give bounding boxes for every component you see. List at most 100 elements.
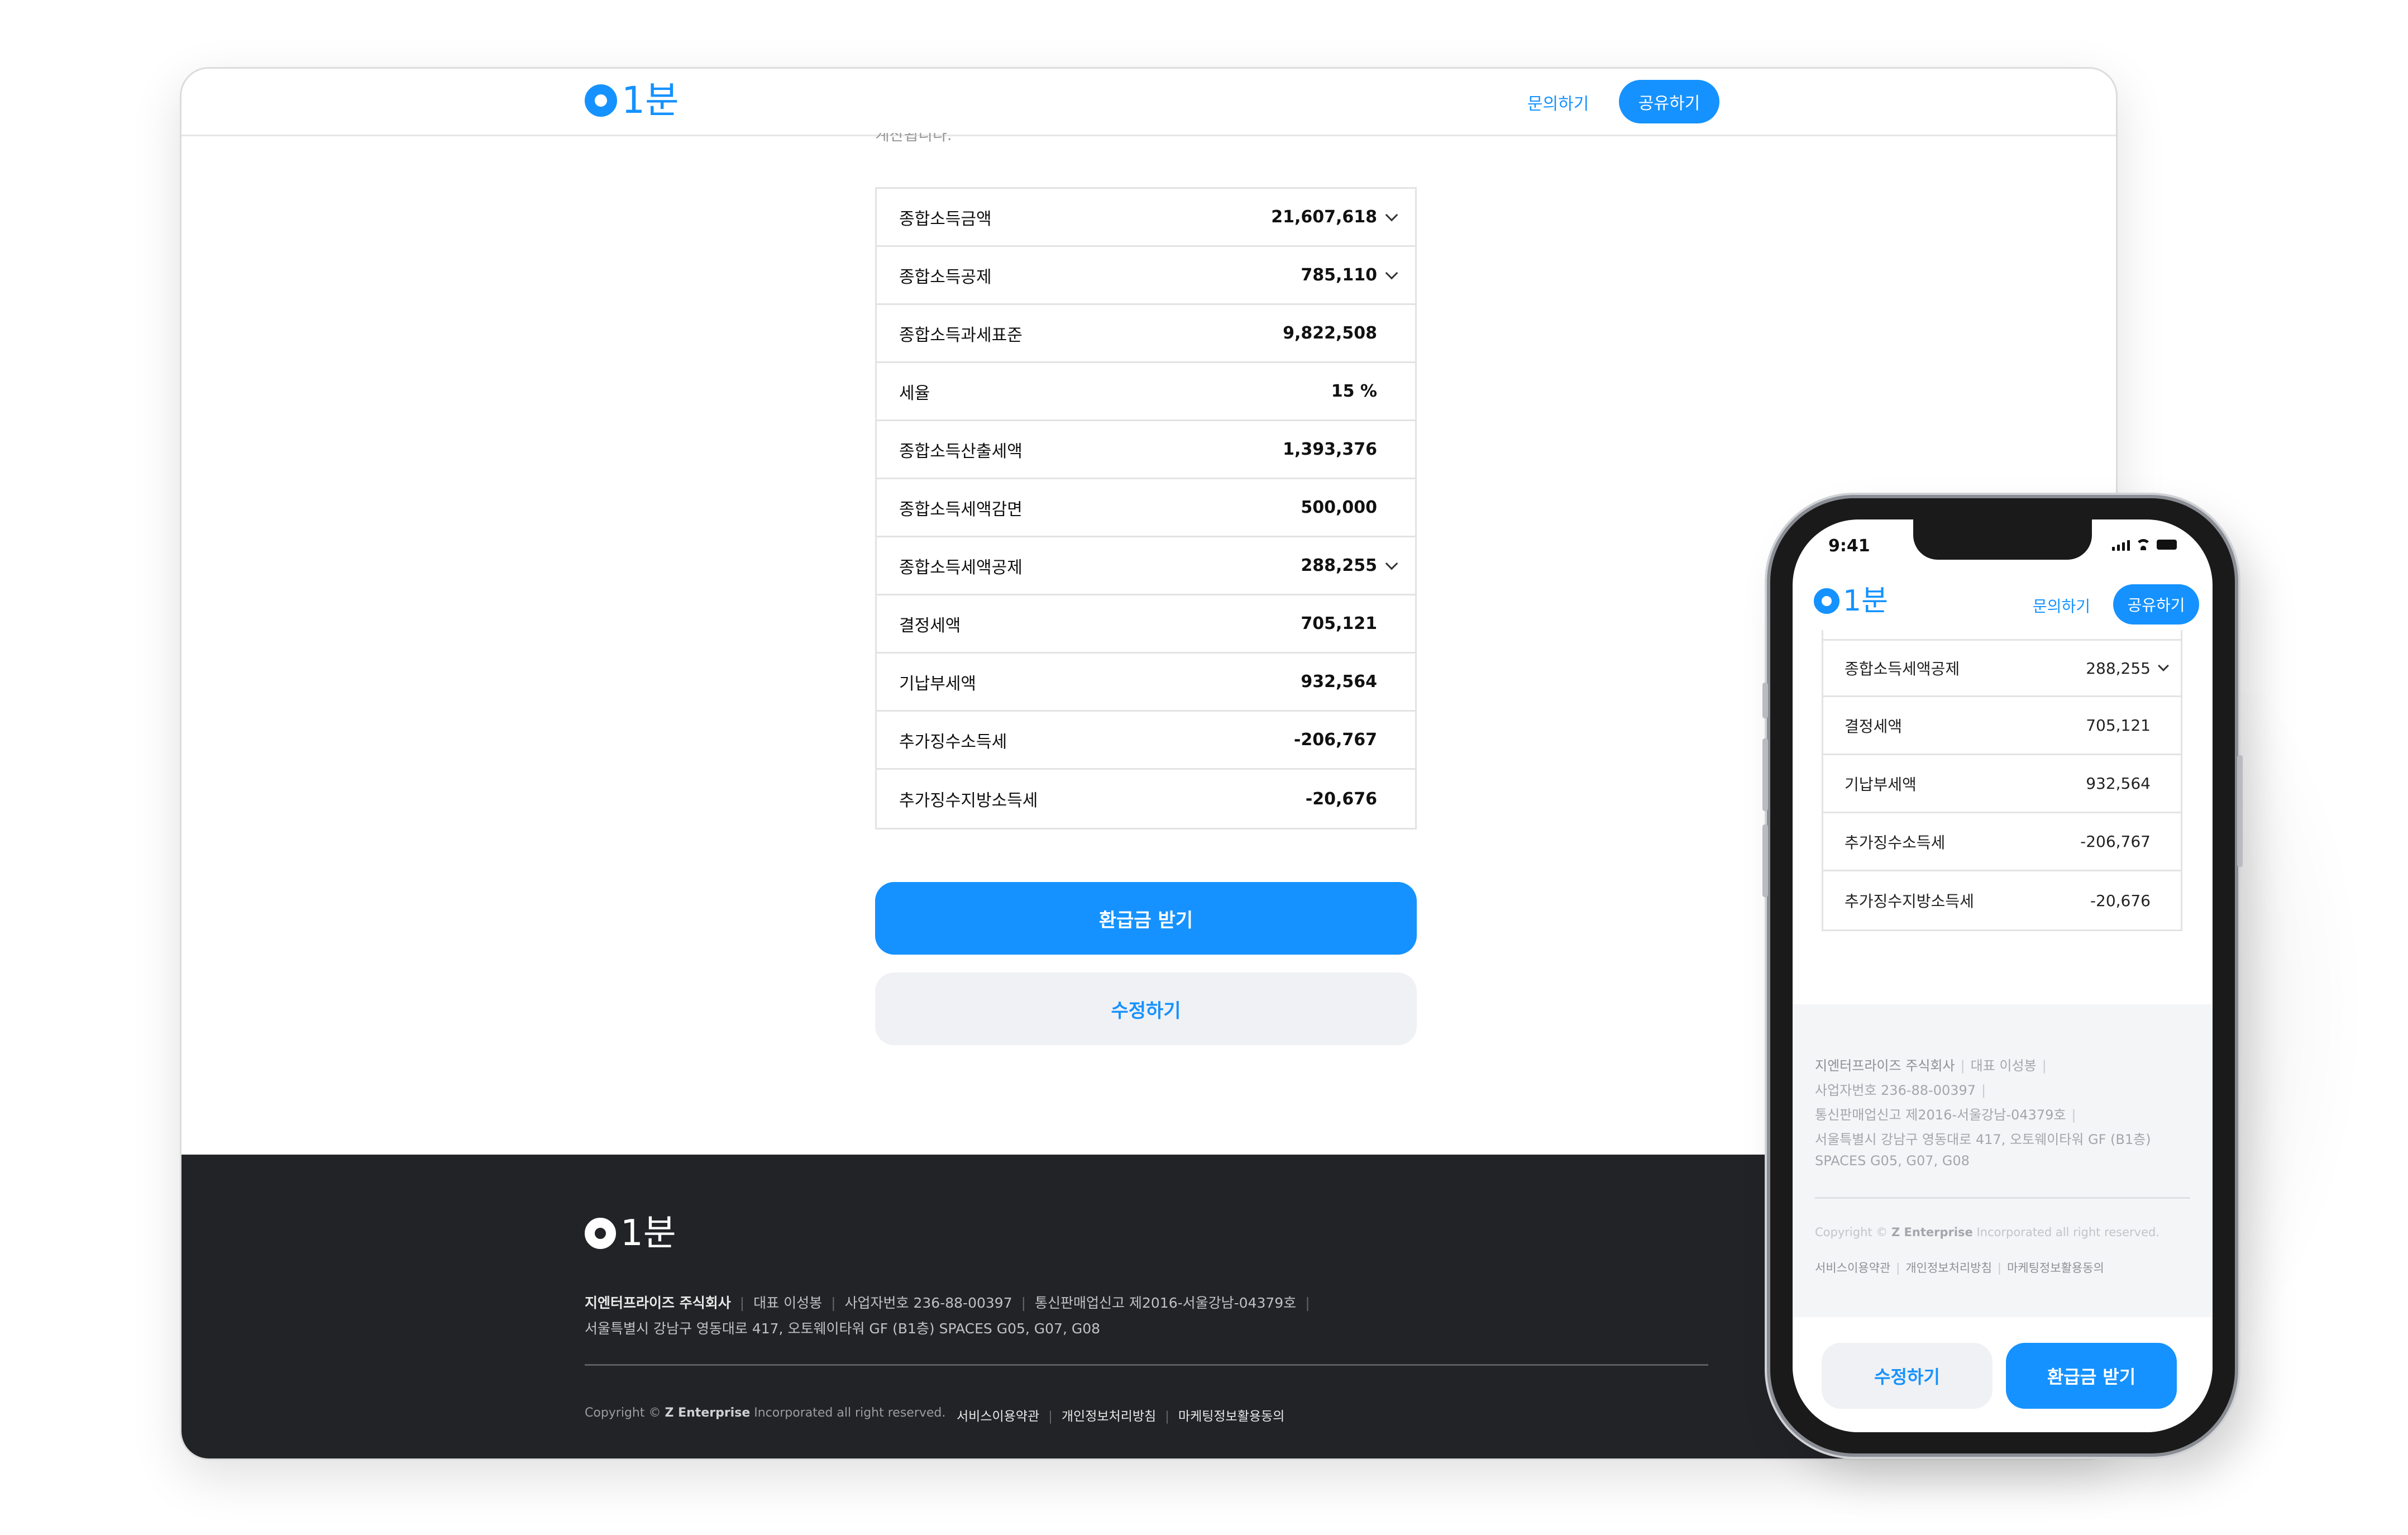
table-row: 추가징수지방소득세 -20,676 — [1823, 871, 2181, 929]
privacy-link[interactable]: 개인정보처리방침 — [1905, 1261, 1992, 1275]
tax-result-table: 종합소득세액공제 288,255 결정세액 705,121 기납부세액 932,… — [1822, 630, 2182, 931]
row-value: 288,255 — [1301, 556, 1377, 575]
copyright-prefix: Copyright © — [1815, 1226, 1888, 1239]
row-value: 1,393,376 — [1283, 440, 1377, 459]
brand-logo[interactable]: 1분 — [1814, 585, 1888, 617]
phone-volume-down — [1762, 824, 1768, 897]
phone-notch — [1913, 519, 2092, 560]
mail-order-line: 통신판매업신고 제2016-서울강남-04379호 | — [1815, 1107, 2076, 1123]
table-row[interactable]: 종합소득금액 21,607,618 — [877, 189, 1415, 247]
row-label: 종합소득과세표준 — [899, 325, 1023, 345]
row-value: 21,607,618 — [1271, 207, 1377, 227]
row-value: -20,676 — [1305, 789, 1377, 809]
wifi-icon — [2135, 539, 2151, 550]
copyright: Copyright © Z Enterprise Incorporated al… — [585, 1406, 945, 1420]
terms-link[interactable]: 서비스이용약관 — [957, 1409, 1039, 1424]
logo-ring-icon — [585, 84, 617, 117]
marketing-consent-link[interactable]: 마케팅정보활용동의 — [2007, 1261, 2104, 1275]
row-label: 종합소득공제 — [899, 267, 992, 287]
footer-divider — [1815, 1197, 2190, 1199]
logo-text: 1분 — [1843, 584, 1888, 618]
row-label: 종합소득세액감면 — [899, 499, 1023, 519]
table-row: 종합소득세액감면 500,000 — [877, 479, 1415, 537]
row-value: 15 % — [1331, 382, 1377, 401]
table-row: 세율 15 % — [877, 363, 1415, 421]
mail-order-number: 통신판매업신고 제2016-서울강남-04379호 — [1815, 1107, 2066, 1123]
row-label: 기납부세액 — [1845, 775, 1917, 794]
ceo-name: 대표 이성봉 — [1970, 1058, 2037, 1074]
chevron-down-icon[interactable] — [1385, 208, 1398, 221]
table-row[interactable]: 종합소득공제 785,110 — [877, 247, 1415, 305]
cut-off-description: 계산됩니다. — [875, 133, 952, 142]
inquire-link[interactable]: 문의하기 — [2033, 594, 2090, 617]
row-value: -20,676 — [2090, 891, 2151, 910]
logo-ring-icon — [1814, 588, 1840, 614]
table-row: 결정세액 705,121 — [1823, 697, 2181, 755]
inquire-link[interactable]: 문의하기 — [1527, 90, 1589, 115]
row-value: 705,121 — [1301, 614, 1377, 633]
company-address: 서울특별시 강남구 영동대로 417, 오토웨이타워 GF (B1층) SPAC… — [585, 1318, 1100, 1338]
company-info: 지엔터프라이즈 주식회사 | 대표 이성봉 | 사업자번호 236-88-00397 | 통… — [585, 1295, 1310, 1311]
row-label: 종합소득금액 — [899, 209, 992, 229]
table-row[interactable]: 종합소득세액공제 288,255 — [1823, 639, 2181, 697]
row-label: 종합소득산출세액 — [899, 441, 1023, 461]
brand-logo[interactable]: 1분 — [585, 81, 679, 120]
row-label: 종합소득세액공제 — [899, 557, 1023, 578]
terms-link[interactable]: 서비스이용약관 — [1815, 1261, 1890, 1275]
row-value: 785,110 — [1301, 265, 1377, 285]
table-row: 추가징수지방소득세 -20,676 — [877, 770, 1415, 828]
row-label: 종합소득세액공제 — [1845, 660, 1960, 678]
ceo-name: 대표 이성봉 — [753, 1295, 823, 1311]
mobile-footer: 지엔터프라이즈 주식회사 | 대표 이성봉 | 사업자번호 236-88-00397 |… — [1793, 1004, 2213, 1317]
signal-icon — [2112, 538, 2130, 551]
business-number-line: 사업자번호 236-88-00397 | — [1815, 1083, 1986, 1098]
footer-links: 서비스이용약관 | 개인정보처리방침 | 마케팅정보활용동의 — [1815, 1261, 2104, 1275]
edit-button[interactable]: 수정하기 — [1822, 1343, 1993, 1409]
company-name: 지엔터프라이즈 주식회사 — [1815, 1058, 1955, 1074]
business-number: 사업자번호 236-88-00397 — [844, 1295, 1012, 1311]
mail-order-number: 통신판매업신고 제2016-서울강남-04379호 — [1035, 1295, 1297, 1311]
logo-text: 1분 — [620, 1213, 676, 1254]
logo-text: 1분 — [622, 79, 679, 122]
share-button[interactable]: 공유하기 — [1619, 80, 1719, 123]
address-line: 서울특별시 강남구 영동대로 417, 오토웨이타워 GF (B1층) — [1815, 1128, 2151, 1148]
desktop-header: 1분 문의하기 공유하기 — [181, 69, 2116, 136]
chevron-down-icon[interactable] — [2158, 660, 2169, 671]
marketing-consent-link[interactable]: 마케팅정보활용동의 — [1178, 1409, 1284, 1424]
edit-button[interactable]: 수정하기 — [875, 973, 1417, 1045]
privacy-link[interactable]: 개인정보처리방침 — [1062, 1409, 1156, 1424]
row-label: 기납부세액 — [899, 674, 976, 694]
row-label: 추가징수지방소득세 — [899, 791, 1038, 811]
copyright-suffix: Incorporated all right reserved. — [1976, 1226, 2160, 1239]
table-row: 추가징수소득세 -206,767 — [1823, 813, 2181, 871]
share-button[interactable]: 공유하기 — [2113, 584, 2199, 625]
table-row: 결정세액 705,121 — [877, 595, 1415, 654]
phone-screen: 9:41 1분 문의하기 공유하기 종합소득세액공제 288,255 결정세액 … — [1793, 519, 2213, 1432]
table-row: 기납부세액 932,564 — [877, 654, 1415, 712]
status-icons — [2112, 538, 2177, 551]
row-value: 500,000 — [1301, 498, 1377, 517]
copyright: Copyright © Z Enterprise Incorporated al… — [1815, 1226, 2159, 1239]
row-value: 932,564 — [2086, 774, 2151, 793]
address-suffix: SPACES G05, G07, G08 — [1815, 1153, 1970, 1169]
company-name: 지엔터프라이즈 주식회사 — [585, 1295, 731, 1311]
chevron-down-icon[interactable] — [1385, 557, 1398, 570]
tax-result-table: 종합소득금액 21,607,618 종합소득공제 785,110 종합소득과세표… — [875, 187, 1417, 830]
address-suffix-line: SPACES G05, G07, G08 — [1815, 1153, 1970, 1169]
row-label: 세율 — [899, 383, 930, 403]
table-row[interactable]: 종합소득세액공제 288,255 — [877, 537, 1415, 595]
table-row: 기납부세액 932,564 — [1823, 755, 2181, 813]
row-value: -206,767 — [2080, 832, 2151, 851]
row-label: 추가징수소득세 — [1845, 833, 1946, 852]
copyright-suffix: Incorporated all right reserved. — [754, 1406, 946, 1420]
copyright-prefix: Copyright © — [585, 1406, 661, 1420]
status-time: 9:41 — [1828, 536, 1870, 556]
row-value: -206,767 — [1293, 730, 1377, 750]
row-label: 결정세액 — [1845, 717, 1903, 736]
company-info: 지엔터프라이즈 주식회사 | 대표 이성봉 | — [1815, 1058, 2047, 1074]
get-refund-button[interactable]: 환급금 받기 — [2006, 1343, 2177, 1409]
phone-silent-switch — [1762, 683, 1768, 718]
chevron-down-icon[interactable] — [1385, 266, 1398, 279]
row-label: 추가징수소득세 — [899, 732, 1007, 752]
get-refund-button[interactable]: 환급금 받기 — [875, 882, 1417, 955]
